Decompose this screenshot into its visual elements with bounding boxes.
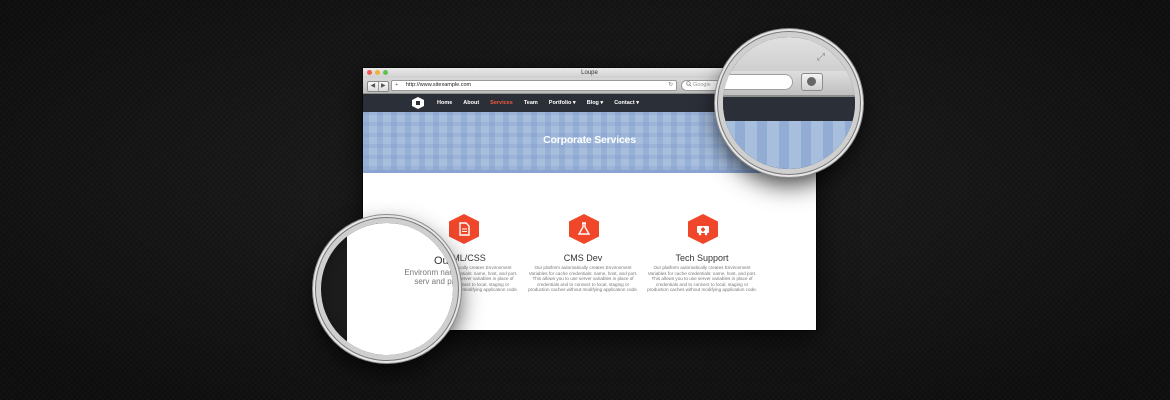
fullscreen-icon[interactable]: ⤢ (817, 53, 827, 63)
nav-item-blog[interactable]: Blog ▾ (587, 100, 604, 106)
site-logo[interactable] (412, 97, 424, 109)
zoom-window-button[interactable] (383, 70, 388, 75)
document-icon (449, 214, 479, 244)
nav-item-about[interactable]: About (463, 100, 479, 106)
service-description: Our platform automatically creates Envir… (528, 265, 638, 292)
back-button[interactable]: ◀ (368, 82, 379, 91)
service-description: Our platform automatically creates Envir… (647, 265, 757, 292)
magnified-titlebar: ⤢ (723, 37, 855, 71)
magnified-navbar (723, 97, 855, 121)
magnified-toolbar (723, 71, 855, 97)
window-controls (367, 70, 388, 75)
service-title: CMS Dev (563, 253, 603, 263)
nav-item-team[interactable]: Team (524, 100, 538, 106)
address-bar[interactable]: + http://www.sitexample.com ↻ (391, 80, 677, 91)
search-placeholder: Google (693, 82, 711, 88)
nav-item-contact[interactable]: Contact ▾ (614, 100, 639, 106)
nav-item-portfolio[interactable]: Portfolio ▾ (549, 100, 576, 106)
history-buttons: ◀ ▶ (367, 81, 389, 92)
minimize-window-button[interactable] (375, 70, 380, 75)
magnifier-lens-content: Ou ML/CSS Environm name, use serv and pr… (316, 218, 458, 360)
service-title: Tech Support (675, 253, 729, 263)
close-window-button[interactable] (367, 70, 372, 75)
url-text[interactable]: http://www.sitexample.com (406, 81, 471, 90)
forward-button[interactable]: ▶ (379, 82, 389, 91)
nav-item-services[interactable]: Services (490, 100, 513, 106)
magnified-service-text: Environm name, use serv and produ (404, 268, 456, 286)
add-bookmark-icon[interactable]: + (395, 81, 398, 90)
magnifier-lens-toolbar: ⤢ (718, 32, 860, 174)
flask-icon (569, 214, 599, 244)
reload-icon[interactable]: ↻ (668, 81, 673, 90)
magnified-hero (723, 121, 855, 169)
ambulance-icon (688, 214, 718, 244)
magnified-page (347, 223, 453, 355)
nav-item-home[interactable]: Home (437, 100, 452, 106)
magnified-search-field[interactable] (723, 74, 793, 90)
nav-menu: Home About Services Team Portfolio ▾ Blo… (437, 94, 650, 112)
download-icon[interactable] (801, 73, 823, 91)
search-icon (686, 81, 692, 91)
window-title: Loupe (581, 70, 598, 76)
